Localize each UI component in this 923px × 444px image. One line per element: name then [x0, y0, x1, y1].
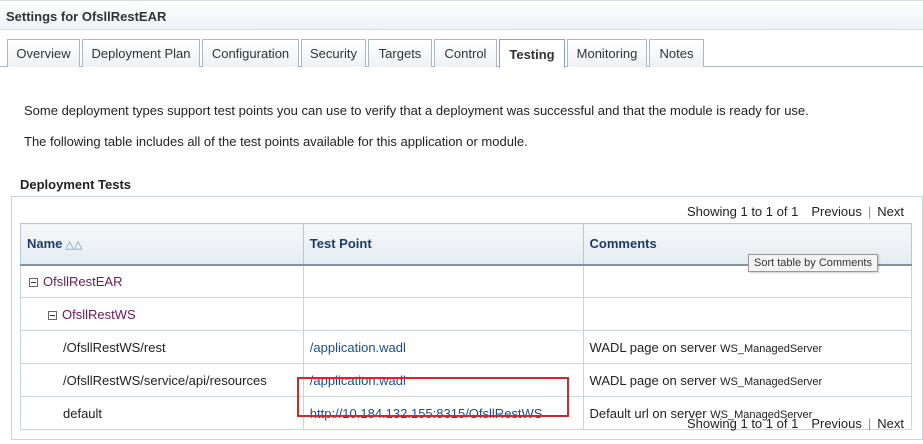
- intro-text-2: The following table includes all of the …: [24, 134, 528, 149]
- column-header-test-point[interactable]: Test Point: [302, 223, 584, 266]
- tab-configuration[interactable]: Configuration: [202, 39, 299, 67]
- column-header-name[interactable]: Name △△: [20, 223, 304, 266]
- comment-cell: WADL page on server WS_ManagedServer: [582, 330, 913, 364]
- comment-cell: WADL page on server WS_ManagedServer: [582, 363, 913, 397]
- test-point-link[interactable]: /application.wadl: [310, 340, 406, 355]
- comment-text: WADL page on server: [589, 339, 717, 355]
- table-row: /OfsllRestWS/rest /application.wadl WADL…: [20, 330, 913, 364]
- pager-next-link[interactable]: Next: [877, 204, 904, 219]
- page-title: Settings for OfsllRestEAR: [6, 9, 167, 24]
- tree-node-ofsllrestear[interactable]: OfsllRestEAR: [43, 274, 122, 289]
- collapse-icon[interactable]: [29, 277, 38, 287]
- pager-showing: Showing 1 to 1 of 1: [687, 204, 799, 219]
- tab-notes[interactable]: Notes: [649, 39, 704, 67]
- pager-showing: Showing 1 to 1 of 1: [687, 416, 799, 431]
- comment-text: WADL page on server: [589, 372, 717, 388]
- sort-ascending-icon[interactable]: △△: [65, 239, 82, 251]
- highlight-box: [297, 377, 569, 417]
- tab-targets[interactable]: Targets: [368, 39, 432, 67]
- pager-top: Showing 1 to 1 of 1 Previous | Next: [687, 204, 904, 219]
- test-point-cell: /application.wadl: [302, 330, 584, 364]
- tab-overview[interactable]: Overview: [7, 39, 80, 67]
- table-row: OfsllRestWS: [20, 297, 913, 331]
- title-bar: Settings for OfsllRestEAR: [0, 0, 923, 30]
- name-cell: OfsllRestWS: [20, 297, 304, 331]
- sort-tooltip: Sort table by Comments: [748, 254, 878, 272]
- name-cell: /OfsllRestWS/rest: [20, 330, 304, 364]
- test-point-cell: [302, 297, 584, 331]
- comment-cell: [582, 297, 913, 331]
- tab-control[interactable]: Control: [434, 39, 497, 67]
- tab-testing[interactable]: Testing: [499, 39, 565, 68]
- pager-separator: |: [867, 416, 872, 431]
- tab-deployment-plan[interactable]: Deployment Plan: [82, 39, 200, 67]
- pager-previous-link[interactable]: Previous: [811, 204, 862, 219]
- name-cell: /OfsllRestWS/service/api/resources: [20, 363, 304, 397]
- pager-previous-link[interactable]: Previous: [811, 416, 862, 431]
- pager-bottom: Showing 1 to 1 of 1 Previous | Next: [687, 416, 904, 431]
- test-point-cell: [302, 264, 584, 298]
- intro-text-1: Some deployment types support test point…: [24, 103, 809, 118]
- name-cell: default: [20, 396, 304, 430]
- tab-monitoring[interactable]: Monitoring: [567, 39, 647, 67]
- tab-security[interactable]: Security: [301, 39, 366, 67]
- server-name: WS_ManagedServer: [720, 375, 823, 388]
- name-cell: OfsllRestEAR: [20, 264, 304, 298]
- section-title: Deployment Tests: [20, 177, 132, 192]
- collapse-icon[interactable]: [48, 310, 57, 320]
- pager-next-link[interactable]: Next: [877, 416, 904, 431]
- pager-separator: |: [867, 204, 872, 219]
- tree-node-ofsllrestws[interactable]: OfsllRestWS: [62, 307, 136, 322]
- server-name: WS_ManagedServer: [720, 342, 823, 355]
